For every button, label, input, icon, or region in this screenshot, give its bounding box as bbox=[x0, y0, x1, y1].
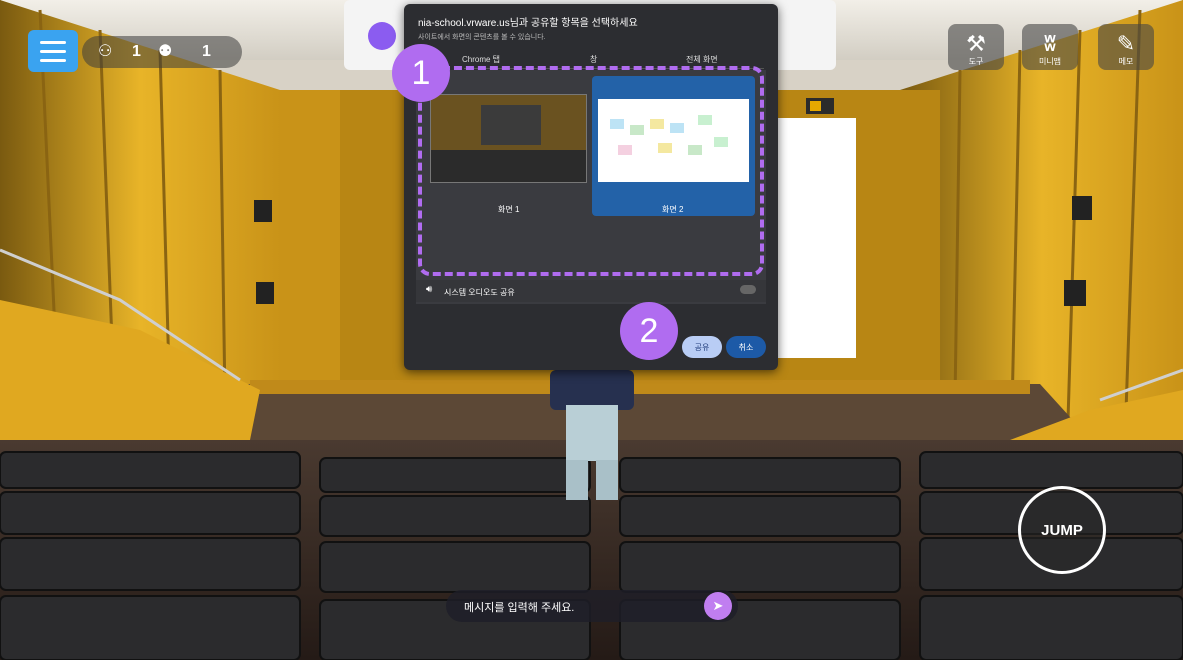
tab-chrome[interactable]: Chrome 탭 bbox=[462, 54, 500, 65]
jump-button[interactable]: JUMP bbox=[1018, 486, 1106, 574]
tab-window[interactable]: 창 bbox=[590, 54, 597, 65]
tools-button[interactable]: ⚒ 도구 bbox=[948, 24, 1004, 70]
chat-input[interactable]: 메시지를 입력해 주세요. bbox=[464, 599, 574, 615]
minimap-button[interactable]: ʬ 미니맵 bbox=[1022, 24, 1078, 70]
dialog-subtitle: 사이트에서 화면의 콘텐츠를 볼 수 있습니다. bbox=[418, 34, 546, 41]
selection-highlight bbox=[418, 66, 764, 276]
memo-label: 메모 bbox=[1118, 57, 1134, 66]
share-button[interactable]: 공유 bbox=[682, 336, 722, 358]
group-count: 1 bbox=[202, 43, 211, 60]
tools-label: 도구 bbox=[968, 57, 984, 66]
system-audio-label: 시스템 오디오도 공유 bbox=[444, 288, 515, 297]
chat-bar: 메시지를 입력해 주세요. ➤ bbox=[446, 590, 738, 622]
tab-entire-screen[interactable]: 전체 화면 bbox=[686, 54, 718, 65]
tools-icon: ⚒ bbox=[966, 31, 986, 56]
group-icon: ⚉ bbox=[158, 43, 173, 60]
system-audio-row: 🔊︎ 시스템 오디오도 공유 bbox=[416, 280, 766, 302]
user-count: 1 bbox=[132, 43, 141, 60]
menu-button[interactable] bbox=[28, 30, 78, 72]
minimap-icon: ʬ bbox=[1044, 31, 1056, 56]
send-icon[interactable]: ➤ bbox=[704, 592, 732, 620]
memo-icon: ✎ bbox=[1116, 31, 1136, 56]
system-audio-toggle[interactable] bbox=[740, 285, 756, 294]
user-icon: ⚇ bbox=[98, 43, 113, 60]
step-2-marker: 2 bbox=[620, 302, 678, 360]
cancel-button[interactable]: 취소 bbox=[726, 336, 766, 358]
minimap-label: 미니맵 bbox=[1038, 57, 1062, 66]
dialog-title: nia-school.vrware.us님과 공유할 항목을 선택하세요 bbox=[418, 18, 638, 29]
step-1-marker: 1 bbox=[392, 44, 450, 102]
speaker-icon: 🔊︎ bbox=[426, 284, 433, 295]
memo-button[interactable]: ✎ 메모 bbox=[1098, 24, 1154, 70]
